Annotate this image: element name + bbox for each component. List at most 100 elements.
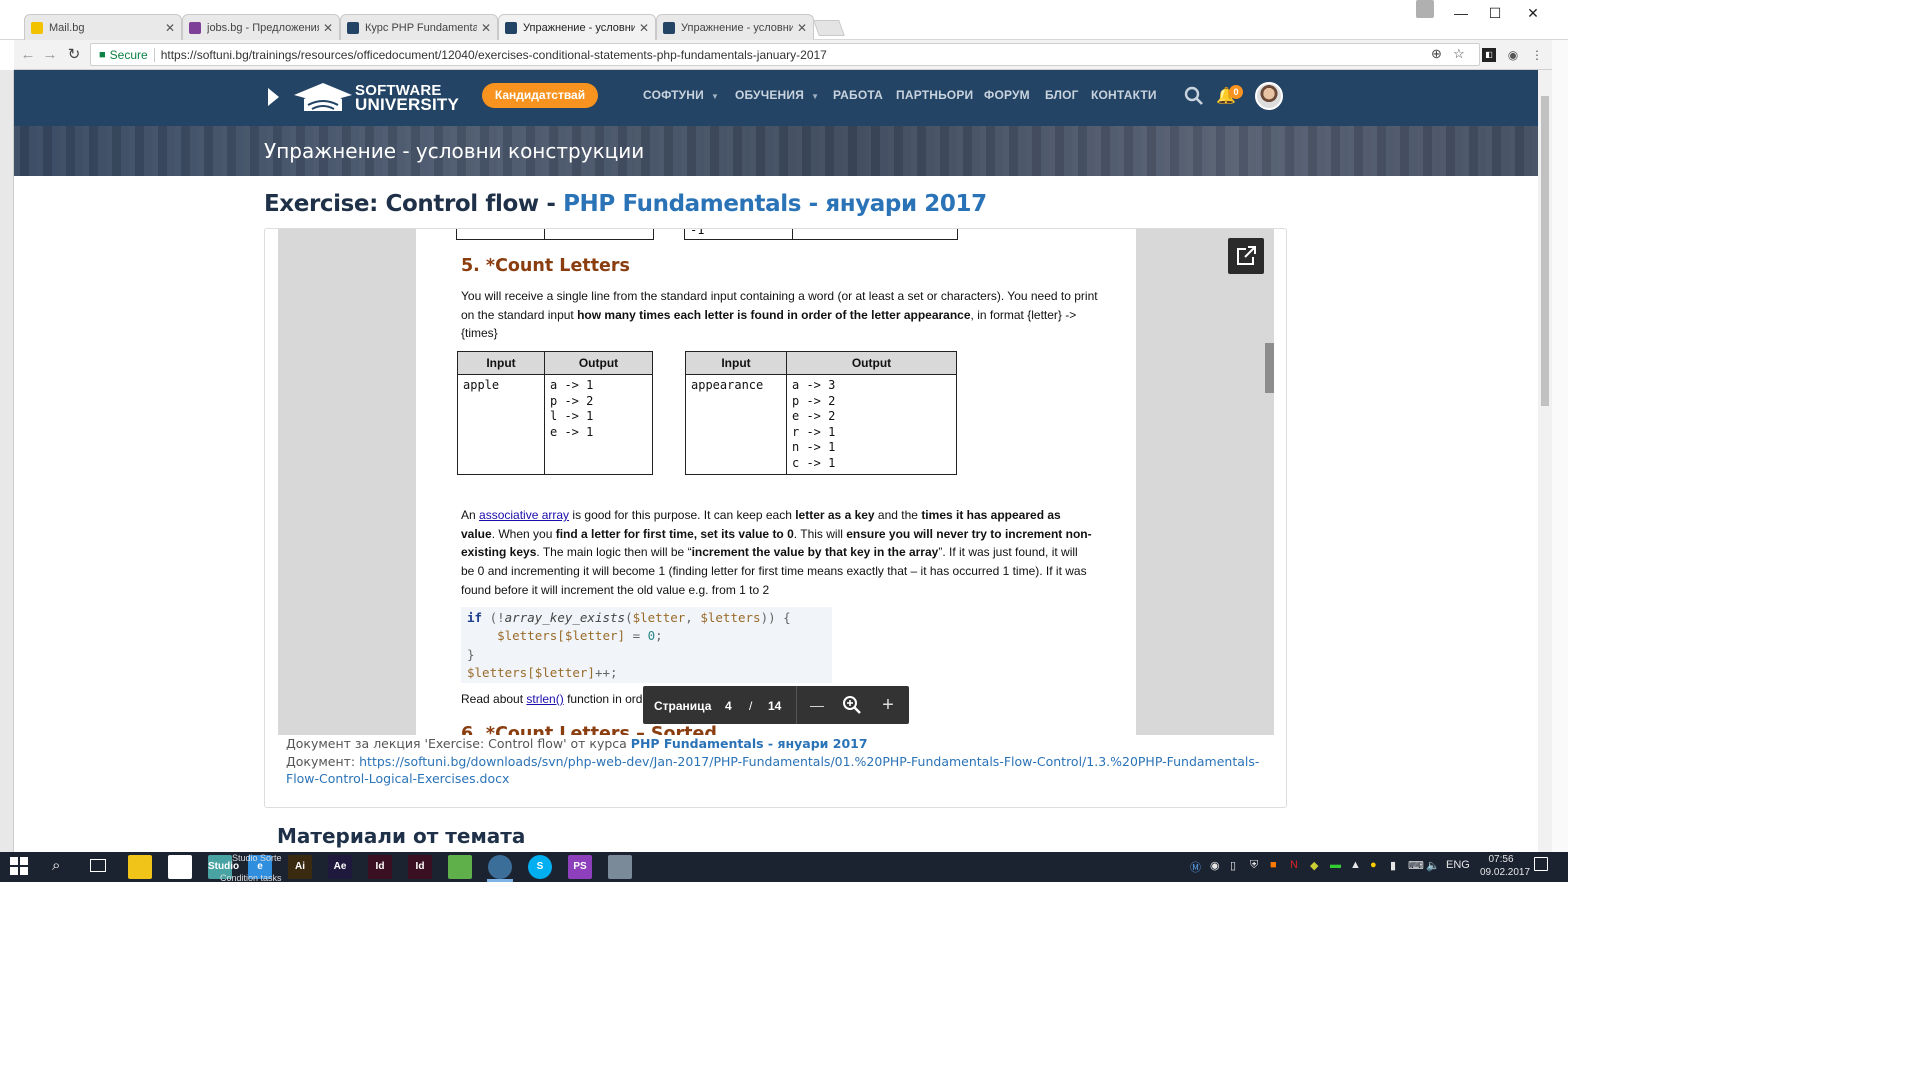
indesign-2-app-icon[interactable]: Id	[408, 855, 432, 879]
page-banner	[14, 126, 1538, 176]
site-logo[interactable]: SOFTWARE UNIVERSITY	[355, 83, 459, 113]
tray-icon[interactable]: ▬	[1330, 859, 1341, 871]
back-arrow-icon[interactable]: ←	[18, 45, 38, 65]
nav-item-partners[interactable]: ПАРТНЬОРИ	[896, 88, 973, 102]
page-scrollbar-thumb[interactable]	[1541, 96, 1549, 406]
search-icon[interactable]	[1184, 86, 1204, 106]
window-close-button[interactable]: ✕	[1518, 4, 1548, 22]
bold-run: letter as a key	[795, 508, 875, 522]
tray-icon[interactable]: ▲	[1350, 859, 1361, 871]
page-title: Exercise: Control flow - PHP Fundamental…	[264, 191, 987, 217]
skype-app-icon[interactable]: S	[528, 855, 552, 879]
nav-item-jobs[interactable]: РАБОТА	[833, 88, 883, 102]
language-indicator[interactable]: ENG	[1446, 859, 1470, 871]
strlen-link[interactable]: strlen()	[526, 692, 563, 706]
address-toolbar: ← → ↻ ■ Secure https://softuni.bg/traini…	[14, 40, 1552, 70]
tab-favicon-icon	[31, 21, 43, 34]
viewer-scrollbar-thumb[interactable]	[1265, 343, 1274, 393]
banner-title: Упражнение - условни конструкции	[264, 139, 645, 163]
tray-icon[interactable]: Ⓜ	[1190, 859, 1201, 875]
code-token: =	[625, 628, 648, 644]
url-bar[interactable]: ■ Secure https://softuni.bg/trainings/re…	[90, 43, 1480, 66]
zoom-search-icon[interactable]	[840, 693, 864, 717]
network-icon[interactable]: ⌨	[1408, 859, 1424, 872]
tray-icon[interactable]: ▮	[1390, 859, 1396, 872]
chrome-app-icon[interactable]	[488, 855, 512, 879]
profile-icon[interactable]	[1416, 0, 1434, 18]
table-cell-output: a -> 1 p -> 2 l -> 1 e -> 1	[544, 374, 653, 475]
zoom-in-button[interactable]: +	[876, 693, 900, 717]
search-taskbar-icon[interactable]: ⌕	[52, 857, 60, 874]
after-effects-app-icon[interactable]: Ae	[328, 855, 352, 879]
code-token: (	[625, 610, 633, 625]
illustrator-app-icon[interactable]: Ai	[288, 855, 312, 879]
browser-tab[interactable]: Курс PHP Fundamentals ✕	[340, 14, 498, 40]
open-external-icon[interactable]	[1228, 238, 1264, 274]
code-token: array_key_exists	[504, 610, 626, 625]
reload-icon[interactable]: ↻	[64, 45, 84, 65]
store-app-icon[interactable]	[168, 855, 192, 879]
zoom-icon[interactable]: ⊕	[1431, 46, 1442, 62]
nav-item-softuni[interactable]: СОФТУНИ ▼	[643, 88, 719, 102]
tray-icon[interactable]: ■	[1270, 859, 1277, 871]
window-minimize-button[interactable]: —	[1446, 4, 1476, 22]
browser-tab[interactable]: Упражнение - условни ✕	[498, 14, 656, 41]
tab-title: Упражнение - условни	[681, 21, 793, 34]
browser-tab[interactable]: Упражнение - условни ✕	[656, 14, 814, 40]
maps-app-icon[interactable]	[448, 855, 472, 879]
browser-tab[interactable]: Mail.bg ✕	[24, 14, 182, 40]
window-maximize-button[interactable]: ☐	[1480, 4, 1510, 22]
lecture-course-link[interactable]: PHP Fundamentals - януари 2017	[631, 736, 868, 751]
document-download-link[interactable]: https://softuni.bg/downloads/svn/php-web…	[286, 754, 1259, 786]
file-explorer-app-icon[interactable]	[128, 855, 152, 879]
apply-button[interactable]: Кандидатствай	[482, 83, 598, 108]
forward-arrow-icon[interactable]: →	[40, 45, 60, 65]
notifications-icon[interactable]	[1534, 857, 1548, 871]
tab-favicon-icon	[189, 21, 201, 34]
windows-start-icon[interactable]	[10, 857, 28, 875]
taskbar-caption: Condition tasks	[220, 873, 282, 883]
tray-icon[interactable]: ●	[1370, 859, 1377, 871]
task-view-icon[interactable]	[90, 859, 106, 872]
nav-label: ОБУЧЕНИЯ	[735, 88, 805, 102]
nav-item-blog[interactable]: БЛОГ	[1045, 88, 1079, 102]
extension-icon[interactable]: ◧	[1482, 48, 1496, 62]
table-header-input: Input	[685, 351, 787, 375]
tab-close-icon[interactable]: ✕	[797, 21, 807, 35]
bookmark-star-icon[interactable]: ☆	[1453, 46, 1465, 62]
zoom-out-button[interactable]: —	[805, 693, 829, 717]
nav-item-trainings[interactable]: ОБУЧЕНИЯ ▼	[735, 88, 819, 102]
document-page[interactable]: -1 5. *Count Letters You will receive a …	[416, 229, 1136, 735]
nav-item-contacts[interactable]: КОНТАКТИ	[1091, 88, 1157, 102]
taskbar-clock[interactable]: 07:56 09.02.2017	[1480, 853, 1530, 879]
menu-toggle-icon[interactable]	[268, 88, 279, 106]
nav-item-forum[interactable]: ФОРУМ	[984, 88, 1030, 102]
softuni-logo-icon[interactable]	[292, 81, 354, 113]
extension-2-icon[interactable]: ◉	[1504, 46, 1522, 64]
tab-close-icon[interactable]: ✕	[481, 21, 491, 35]
avatar[interactable]	[1255, 82, 1283, 110]
tray-icon[interactable]: ◆	[1310, 859, 1318, 872]
course-link[interactable]: PHP Fundamentals - януари 2017	[563, 191, 987, 217]
tray-icon[interactable]: ◉	[1210, 859, 1220, 872]
associative-array-link[interactable]: associative array	[479, 508, 569, 522]
url-text[interactable]: https://softuni.bg/trainings/resources/o…	[161, 48, 827, 62]
tray-icon[interactable]: N	[1290, 859, 1298, 871]
code-token: $letter	[632, 610, 686, 625]
indesign-app-icon[interactable]: Id	[368, 855, 392, 879]
url-separator	[153, 47, 155, 62]
new-tab-button[interactable]	[813, 20, 845, 36]
browser-tab[interactable]: jobs.bg - Предложения ✕	[182, 14, 340, 40]
tab-close-icon[interactable]: ✕	[639, 21, 649, 35]
tab-title: Mail.bg	[49, 21, 85, 34]
tab-close-icon[interactable]: ✕	[165, 21, 175, 35]
tray-icon[interactable]: ▯	[1230, 859, 1236, 872]
tool-app-icon[interactable]	[608, 855, 632, 879]
volume-icon[interactable]: 🔈	[1426, 859, 1440, 872]
page-number-input[interactable]: 4	[725, 699, 732, 713]
page-title-prefix: Exercise: Control flow -	[264, 191, 564, 217]
phpstorm-app-icon[interactable]: PS	[568, 855, 592, 879]
menu-icon[interactable]: ⋮	[1528, 46, 1546, 64]
tab-close-icon[interactable]: ✕	[323, 21, 333, 35]
tray-icon[interactable]: ⛨	[1250, 859, 1258, 872]
